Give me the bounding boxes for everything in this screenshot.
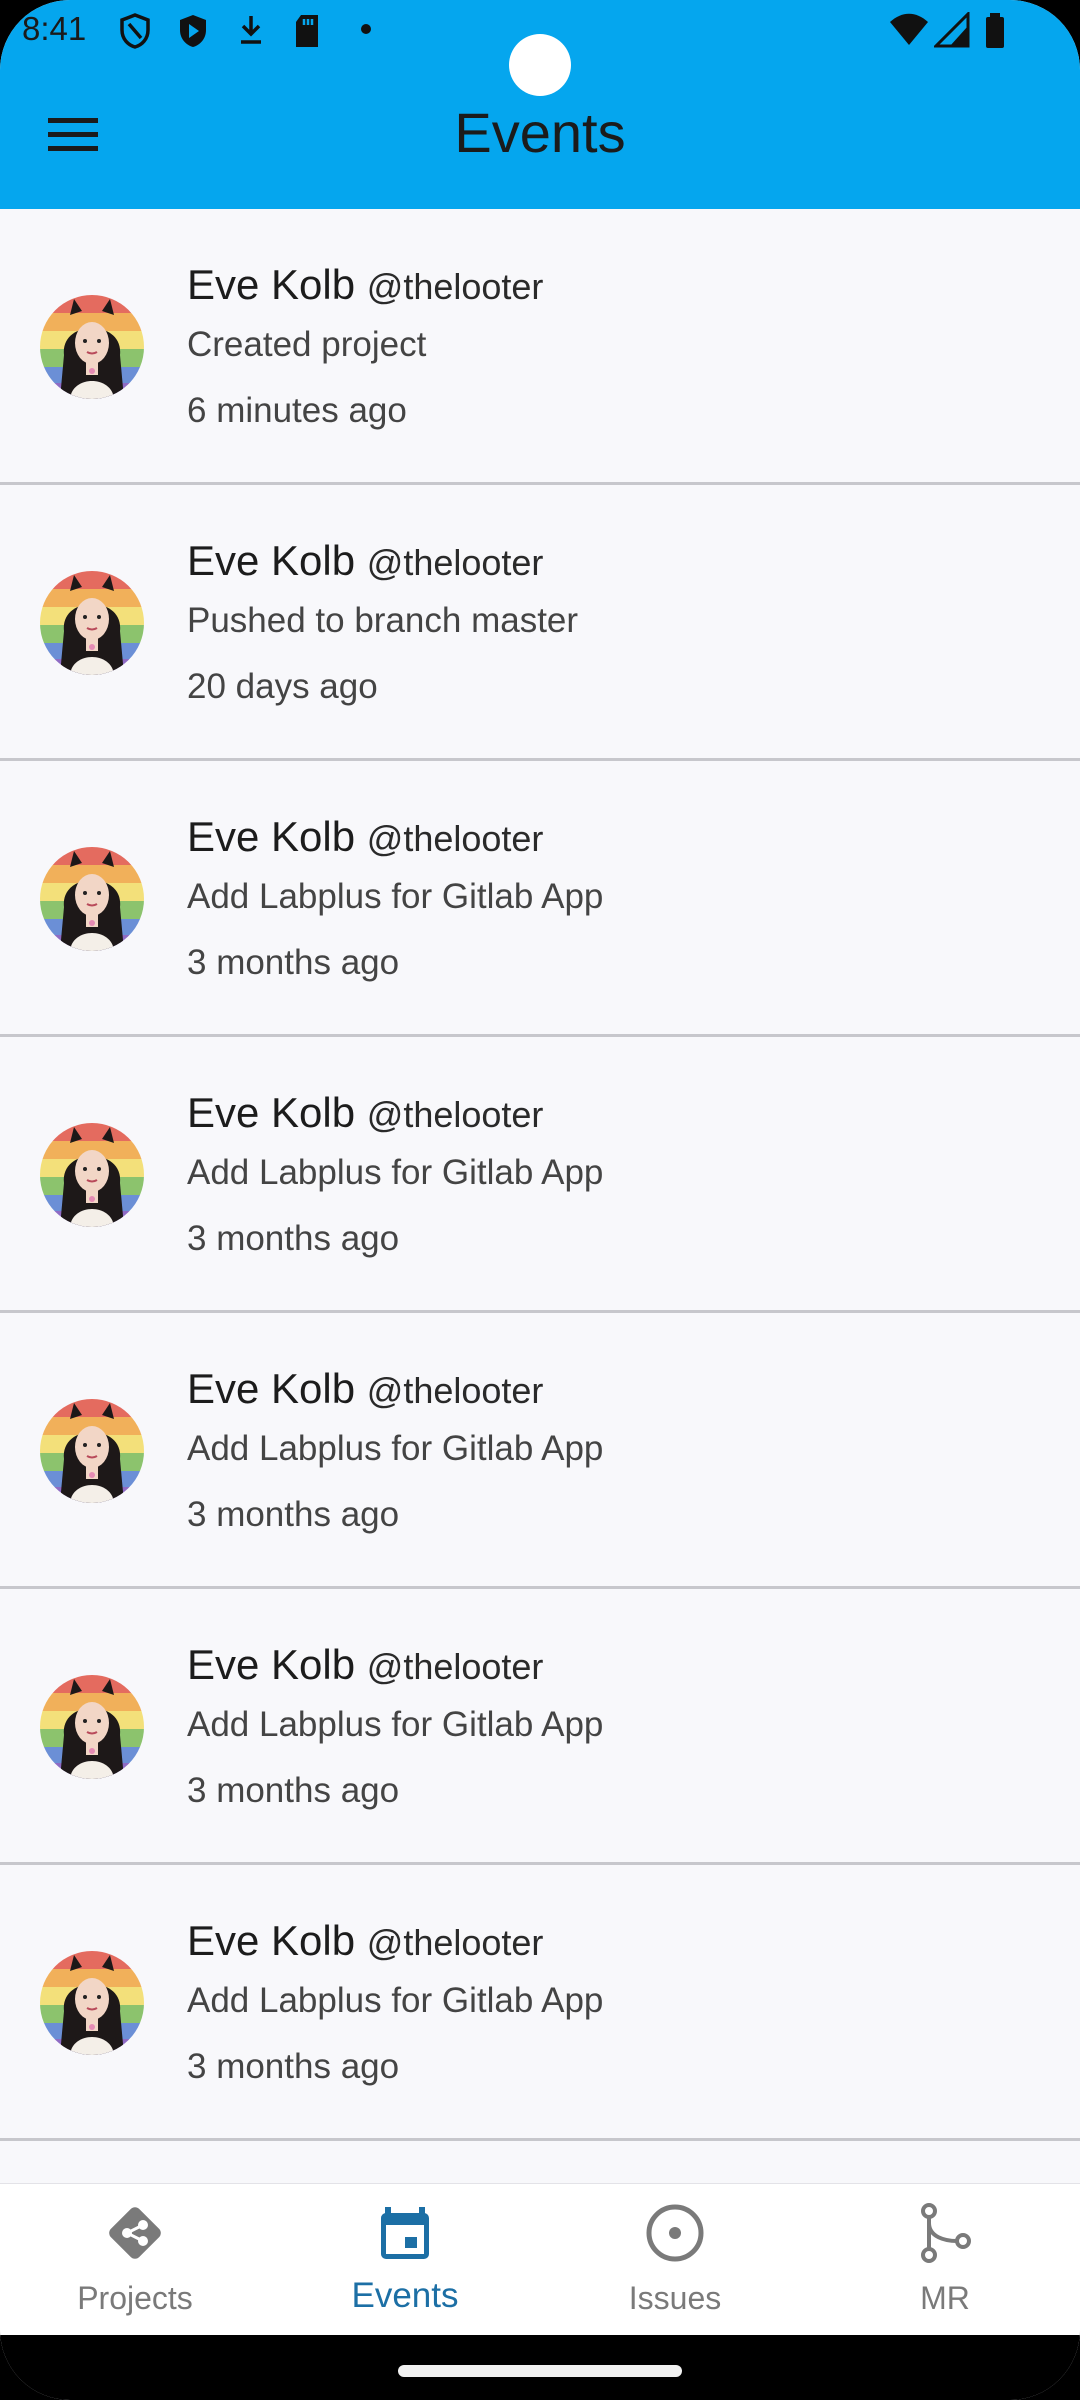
nav-events[interactable]: Events <box>270 2184 540 2336</box>
calendar-icon <box>375 2203 435 2263</box>
screen: 8:41 Events Eve Kolb @thelooter Created … <box>0 0 1080 2400</box>
event-item[interactable]: Eve Kolb @thelooter Add Labplus for Gitl… <box>0 761 1080 1037</box>
author-line: Eve Kolb @thelooter <box>187 1641 543 1689</box>
avatar[interactable] <box>40 1123 144 1227</box>
author-line: Eve Kolb @thelooter <box>187 1917 543 1965</box>
events-list: Eve Kolb @thelooter Created project 6 mi… <box>0 209 1080 2141</box>
git-icon <box>105 2203 165 2263</box>
author-name: Eve Kolb <box>187 261 356 308</box>
wifi-icon <box>888 12 930 53</box>
shield-outline-icon <box>118 12 152 55</box>
author-handle: @thelooter <box>366 1370 544 1411</box>
page-title: Events <box>454 101 626 164</box>
author-handle: @thelooter <box>366 818 544 859</box>
sd-card-icon <box>292 12 322 55</box>
battery-icon <box>984 12 1006 55</box>
merge-request-icon <box>915 2203 975 2263</box>
signal-icon <box>932 10 970 53</box>
avatar[interactable] <box>40 1675 144 1779</box>
nav-issues[interactable]: Issues <box>540 2184 810 2336</box>
author-name: Eve Kolb <box>187 1917 356 1964</box>
author-handle: @thelooter <box>366 1922 544 1963</box>
event-time: 3 months ago <box>187 1771 400 1810</box>
event-item[interactable]: Eve Kolb @thelooter Pushed to branch mas… <box>0 485 1080 761</box>
event-action: Add Labplus for Gitlab App <box>187 1705 604 1744</box>
event-action: Add Labplus for Gitlab App <box>187 1429 604 1468</box>
event-item[interactable]: Eve Kolb @thelooter Add Labplus for Gitl… <box>0 1589 1080 1865</box>
nav-label-projects: Projects <box>77 2280 193 2316</box>
status-time: 8:41 <box>22 10 87 47</box>
nav-label-events: Events <box>351 2276 459 2315</box>
avatar[interactable] <box>40 295 144 399</box>
author-name: Eve Kolb <box>187 1641 356 1688</box>
author-handle: @thelooter <box>366 542 544 583</box>
author-line: Eve Kolb @thelooter <box>187 813 543 861</box>
author-line: Eve Kolb @thelooter <box>187 1089 543 1137</box>
avatar[interactable] <box>40 847 144 951</box>
avatar[interactable] <box>40 1399 144 1503</box>
author-name: Eve Kolb <box>187 813 356 860</box>
event-action: Add Labplus for Gitlab App <box>187 1153 604 1192</box>
app-bar: 8:41 Events <box>0 0 1080 209</box>
event-item[interactable]: Eve Kolb @thelooter Add Labplus for Gitl… <box>0 1037 1080 1313</box>
issue-circle-icon <box>645 2203 705 2263</box>
author-line: Eve Kolb @thelooter <box>187 1365 543 1413</box>
author-handle: @thelooter <box>366 266 544 307</box>
author-handle: @thelooter <box>366 1646 544 1687</box>
author-name: Eve Kolb <box>187 1365 356 1412</box>
event-time: 3 months ago <box>187 2047 400 2086</box>
gesture-bar <box>0 2335 1080 2400</box>
nav-projects[interactable]: Projects <box>0 2184 270 2336</box>
author-handle: @thelooter <box>366 1094 544 1135</box>
author-line: Eve Kolb @thelooter <box>187 261 543 309</box>
avatar[interactable] <box>40 571 144 675</box>
avatar[interactable] <box>40 1951 144 2055</box>
author-name: Eve Kolb <box>187 537 356 584</box>
author-line: Eve Kolb @thelooter <box>187 537 543 585</box>
event-item[interactable]: Eve Kolb @thelooter Add Labplus for Gitl… <box>0 1865 1080 2141</box>
play-shield-icon <box>176 12 210 55</box>
dot-icon <box>360 22 372 40</box>
event-item[interactable]: Eve Kolb @thelooter Created project 6 mi… <box>0 209 1080 485</box>
camera-cutout <box>509 34 571 96</box>
event-action: Pushed to branch master <box>187 601 579 640</box>
nav-label-issues: Issues <box>628 2280 722 2316</box>
event-time: 20 days ago <box>187 667 378 706</box>
author-name: Eve Kolb <box>187 1089 356 1136</box>
bottom-navigation: Projects Events Issues MR <box>0 2183 1080 2336</box>
event-action: Add Labplus for Gitlab App <box>187 1981 604 2020</box>
event-time: 3 months ago <box>187 1219 400 1258</box>
home-gesture-handle[interactable] <box>398 2365 682 2377</box>
event-item[interactable]: Eve Kolb @thelooter Add Labplus for Gitl… <box>0 1313 1080 1589</box>
download-icon <box>236 12 266 55</box>
event-action: Add Labplus for Gitlab App <box>187 877 604 916</box>
event-time: 6 minutes ago <box>187 391 407 430</box>
event-time: 3 months ago <box>187 1495 400 1534</box>
nav-mr[interactable]: MR <box>810 2184 1080 2336</box>
event-action: Created project <box>187 325 427 364</box>
event-time: 3 months ago <box>187 943 400 982</box>
nav-label-mr: MR <box>920 2280 970 2316</box>
